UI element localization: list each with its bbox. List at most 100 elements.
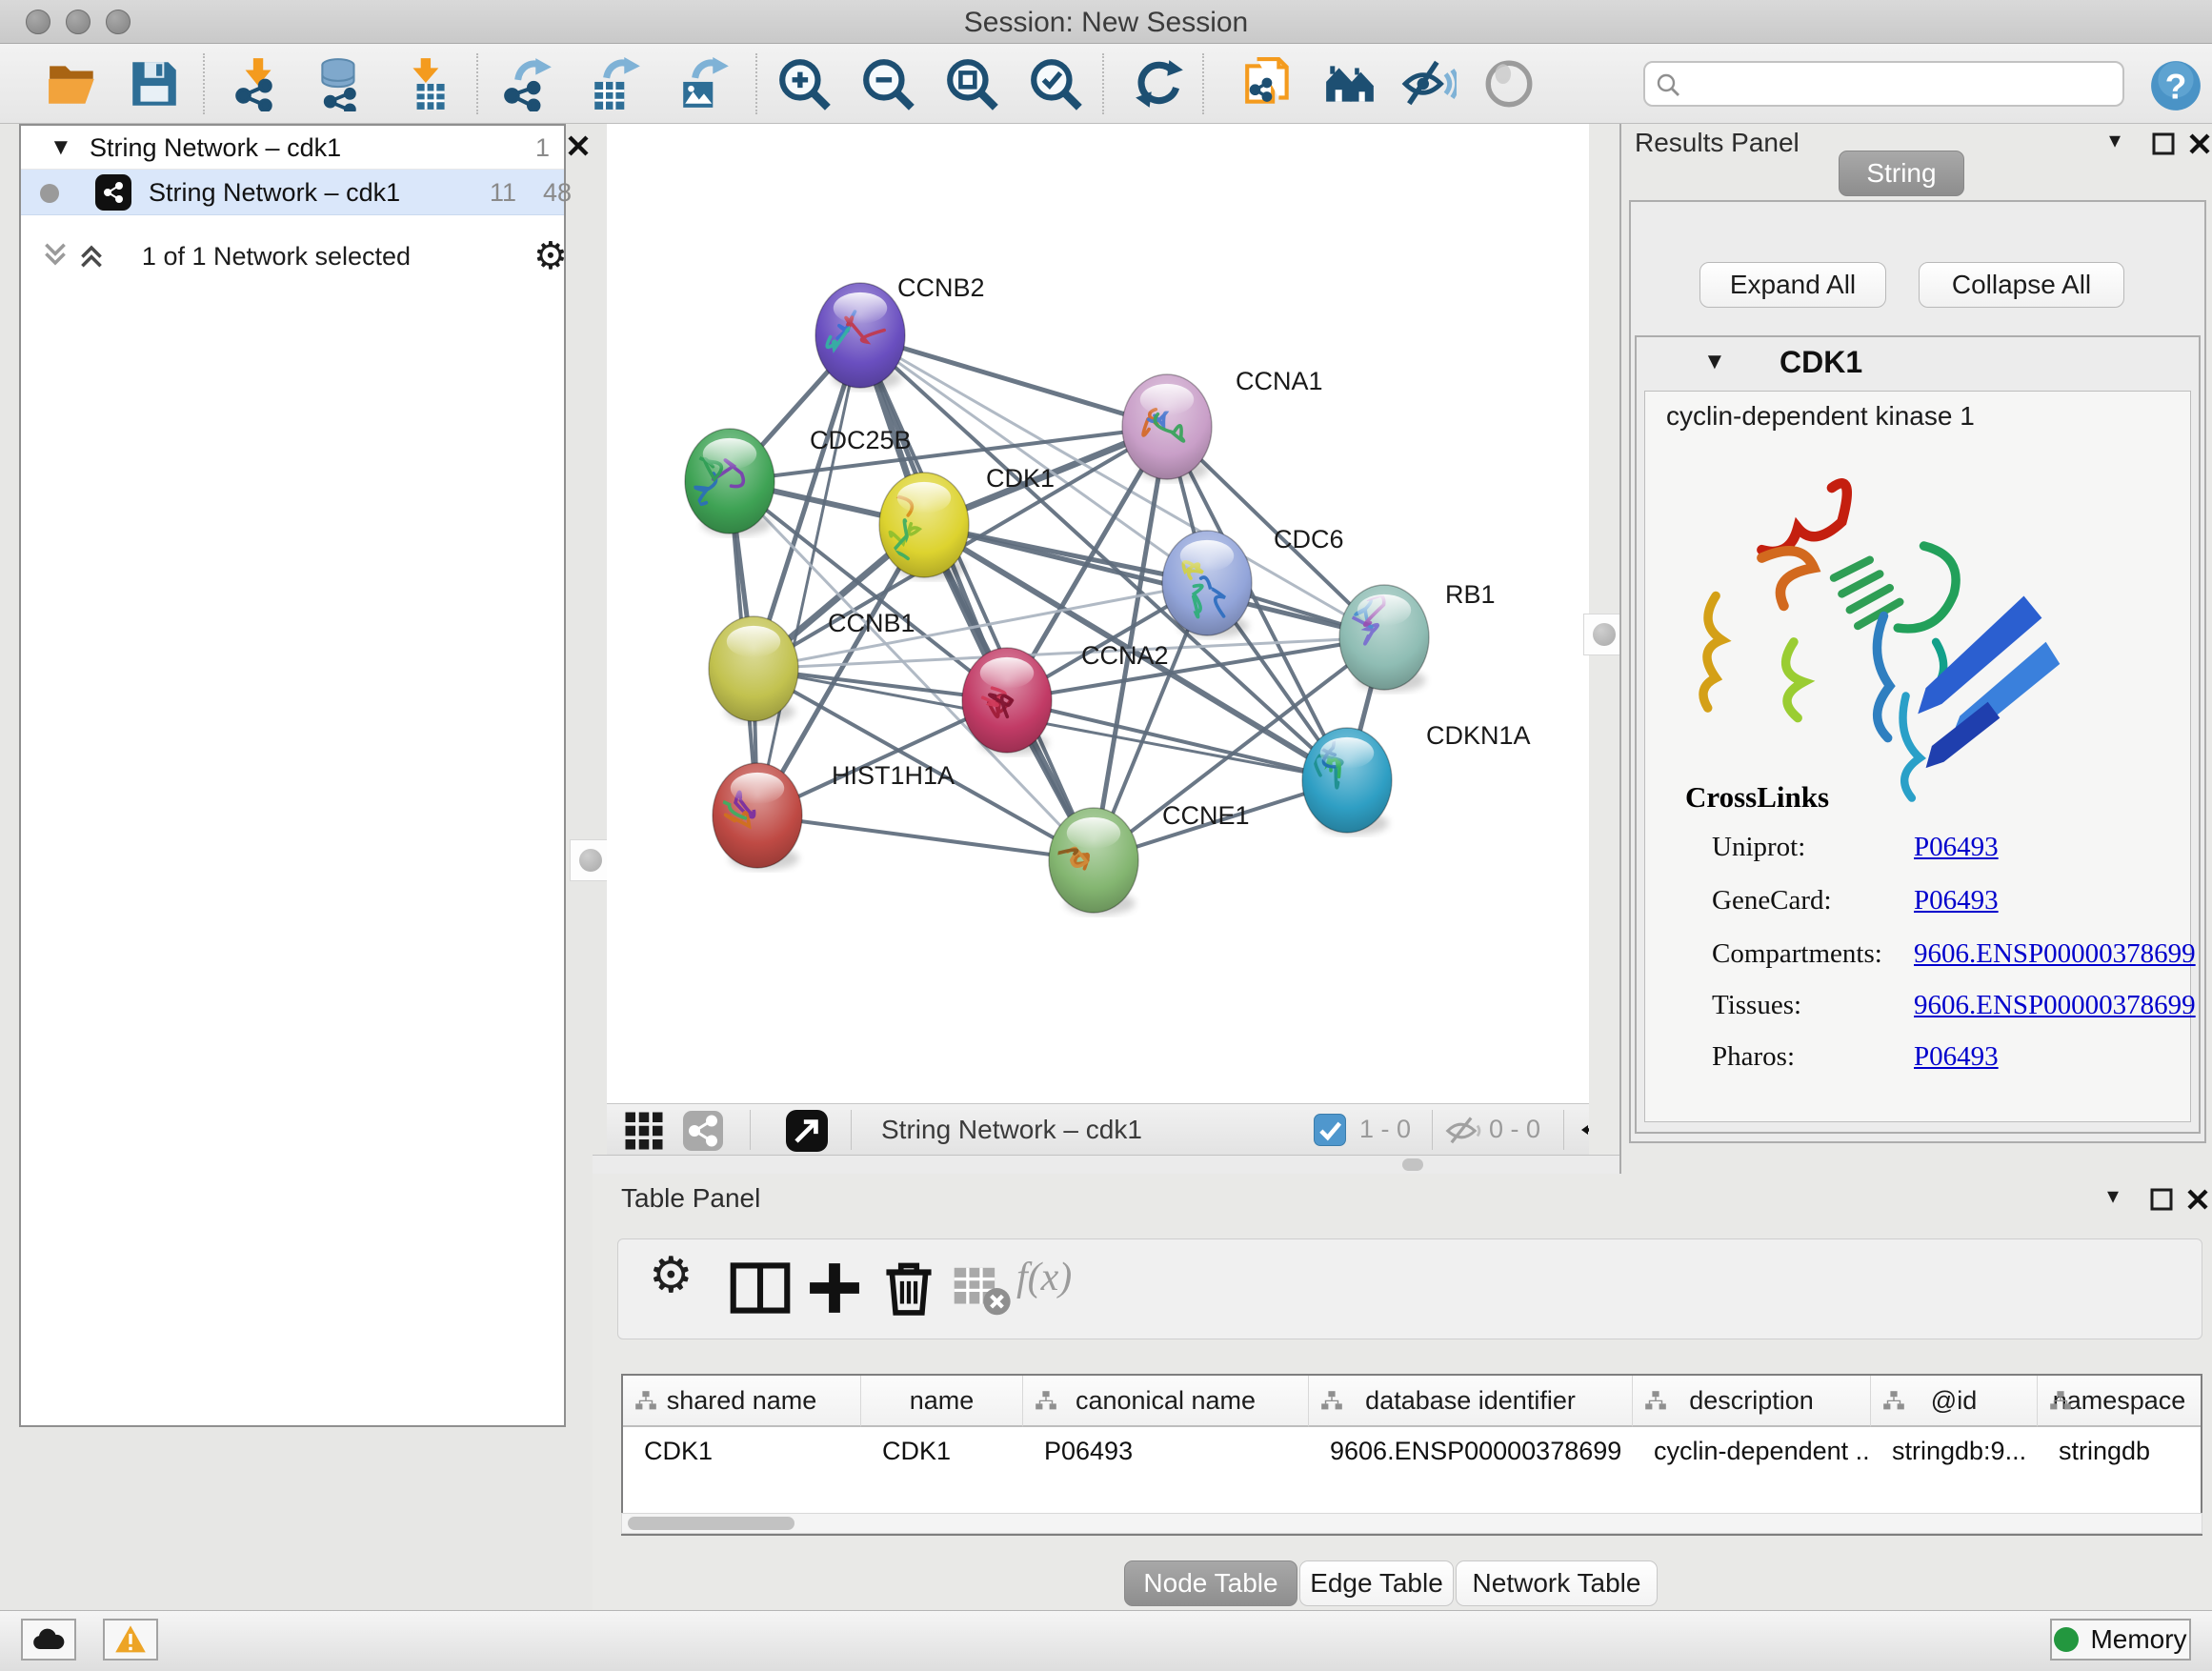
add-column-icon[interactable]	[803, 1257, 866, 1319]
expand-all-button[interactable]: Expand All	[1699, 262, 1886, 308]
button-label: Expand All	[1730, 270, 1856, 299]
import-network-file-button[interactable]	[227, 55, 288, 114]
network-node-cdkn1a[interactable]: CDKN1A	[1302, 721, 1531, 835]
pharos-link[interactable]: P06493	[1914, 1041, 1999, 1073]
panel-menu-icon[interactable]: ▾	[2109, 130, 2121, 152]
table-cell[interactable]: stringdb:9...	[1871, 1429, 2038, 1473]
zoom-in-button[interactable]	[774, 55, 835, 114]
table-cell[interactable]: cyclin-dependent ...	[1633, 1429, 1871, 1473]
network-share-icon[interactable]	[683, 1111, 723, 1151]
grid-view-icon[interactable]	[624, 1111, 664, 1151]
tab-node-table[interactable]: Node Table	[1124, 1560, 1297, 1606]
refresh-button[interactable]	[1129, 55, 1190, 114]
help-button[interactable]: ?	[2145, 57, 2206, 116]
tab-edge-table[interactable]: Edge Table	[1299, 1560, 1454, 1606]
sphere-button[interactable]	[1478, 55, 1539, 114]
compartments-link[interactable]: 9606.ENSP00000378699	[1914, 938, 2196, 970]
column-header-shared-name[interactable]: shared name	[623, 1376, 861, 1427]
network-canvas[interactable]: CCNB2CCNA1CDC25BCDK1CDC6RB1CCNB1CCNA2CDK…	[607, 124, 1589, 1103]
node-label-cdc25b: CDC25B	[810, 426, 912, 454]
network-node-ccna2[interactable]: CCNA2	[962, 641, 1169, 755]
column-header-database-identifier[interactable]: database identifier	[1309, 1376, 1633, 1427]
tab-string[interactable]: String	[1839, 151, 1964, 196]
export-table-button[interactable]	[586, 55, 647, 114]
uniprot-link[interactable]: P06493	[1914, 832, 1999, 863]
network-node-ccne1[interactable]: CCNE1	[1037, 801, 1249, 915]
toggle-graphics-details-button[interactable]	[1398, 55, 1459, 114]
search-field[interactable]	[1643, 61, 2124, 107]
panel-float-icon[interactable]	[2149, 1187, 2174, 1212]
table-cell[interactable]: stringdb	[2038, 1429, 2201, 1473]
network-edge-ccnb2-ccna1[interactable]	[860, 335, 1167, 427]
table-cell[interactable]: P06493	[1023, 1429, 1309, 1473]
node-label-ccnb1: CCNB1	[828, 609, 915, 637]
collection-expand-icon[interactable]: ▼	[50, 136, 72, 159]
column-label: @id	[1931, 1386, 1977, 1416]
tab-label: Network Table	[1473, 1568, 1641, 1598]
delete-table-icon[interactable]	[950, 1257, 1013, 1319]
network-node-count: 11	[490, 178, 516, 208]
save-session-button[interactable]	[124, 55, 185, 114]
zoom-fit-button[interactable]	[941, 55, 1002, 114]
panel-float-icon[interactable]	[2151, 131, 2176, 156]
import-table-button[interactable]	[398, 55, 459, 114]
tab-network-table[interactable]: Network Table	[1456, 1560, 1658, 1606]
tissues-link[interactable]: 9606.ENSP00000378699	[1914, 990, 2196, 1021]
import-network-database-button[interactable]	[310, 55, 371, 114]
zoom-selected-button[interactable]	[1025, 55, 1086, 114]
table-cell[interactable]: CDK1	[861, 1429, 1023, 1473]
horizontal-splitter-grip[interactable]	[1402, 1158, 1423, 1171]
search-input[interactable]	[1689, 67, 2108, 101]
panel-close-icon[interactable]	[2187, 131, 2212, 156]
node-label-cdkn1a: CDKN1A	[1426, 721, 1531, 750]
function-builder-icon[interactable]: f(x)	[1016, 1255, 1131, 1318]
genecard-link[interactable]: P06493	[1914, 885, 1999, 916]
show-columns-icon[interactable]	[729, 1257, 792, 1319]
network-collection-row[interactable]: ▼ String Network – cdk1 1	[21, 126, 564, 170]
open-session-button[interactable]	[43, 55, 104, 114]
entry-collapse-icon[interactable]: ▼	[1703, 351, 1726, 373]
scrollbar-thumb[interactable]	[628, 1517, 794, 1530]
table-settings-gear-icon[interactable]: ⚙	[649, 1247, 712, 1310]
protein-entry-box: ▼ CDK1 cyclin-dependent kinase 1	[1635, 335, 2201, 1134]
panel-close-icon[interactable]	[566, 133, 591, 158]
duplicate-network-button[interactable]	[1238, 55, 1299, 114]
export-network-button[interactable]	[497, 55, 558, 114]
folder-open-icon	[50, 66, 93, 78]
table-horizontal-scrollbar[interactable]	[621, 1513, 2202, 1534]
export-image-button[interactable]	[674, 55, 735, 114]
cloud-button[interactable]	[21, 1619, 76, 1661]
selected-checkbox-icon[interactable]	[1314, 1114, 1346, 1146]
left-splitter-grip[interactable]	[570, 839, 612, 881]
tab-label: Edge Table	[1310, 1568, 1443, 1598]
delete-column-trash-icon[interactable]	[877, 1257, 940, 1319]
network-node-cdk1[interactable]: CDK1	[873, 464, 1055, 579]
home-button[interactable]	[1319, 55, 1380, 114]
memory-button[interactable]: Memory	[2050, 1619, 2191, 1661]
network-edge-hist1h1a-ccne1[interactable]	[757, 815, 1094, 860]
table-cell[interactable]: CDK1	[623, 1429, 861, 1473]
network-edge-ccna2-cdkn1a[interactable]	[1007, 700, 1347, 780]
network-options-gear-icon[interactable]: ⚙	[533, 234, 568, 278]
protein-structure-image[interactable]	[1674, 445, 2074, 807]
column-header-name[interactable]: name	[861, 1376, 1023, 1427]
collapse-all-button[interactable]: Collapse All	[1919, 262, 2124, 308]
column-header-description[interactable]: description	[1633, 1376, 1871, 1427]
network-node-hist1h1a[interactable]: HIST1H1A	[704, 761, 955, 870]
panel-menu-icon[interactable]: ▾	[2107, 1185, 2119, 1208]
zoom-out-button[interactable]	[857, 55, 918, 114]
warnings-button[interactable]	[103, 1619, 158, 1661]
column-header-canonical-name[interactable]: canonical name	[1023, 1376, 1309, 1427]
network-node-ccna1[interactable]: CCNA1	[1122, 367, 1323, 481]
detach-view-icon[interactable]	[786, 1110, 828, 1152]
network-node-rb1[interactable]: RB1	[1339, 580, 1496, 692]
network-node-cdc25b[interactable]: CDC25B	[685, 426, 912, 535]
network-edge-ccnb2-hist1h1a[interactable]	[757, 335, 860, 815]
column-header-namespace[interactable]: namespace	[2038, 1376, 2201, 1427]
table-cell[interactable]: 9606.ENSP00000378699	[1309, 1429, 1633, 1473]
crosslinks-title: CrossLinks	[1685, 780, 1829, 815]
panel-close-icon[interactable]	[2185, 1187, 2210, 1212]
network-row[interactable]: String Network – cdk1 11 48	[21, 170, 564, 215]
column-header-id[interactable]: @id	[1871, 1376, 2038, 1427]
document-share-icon	[1241, 56, 1297, 111]
